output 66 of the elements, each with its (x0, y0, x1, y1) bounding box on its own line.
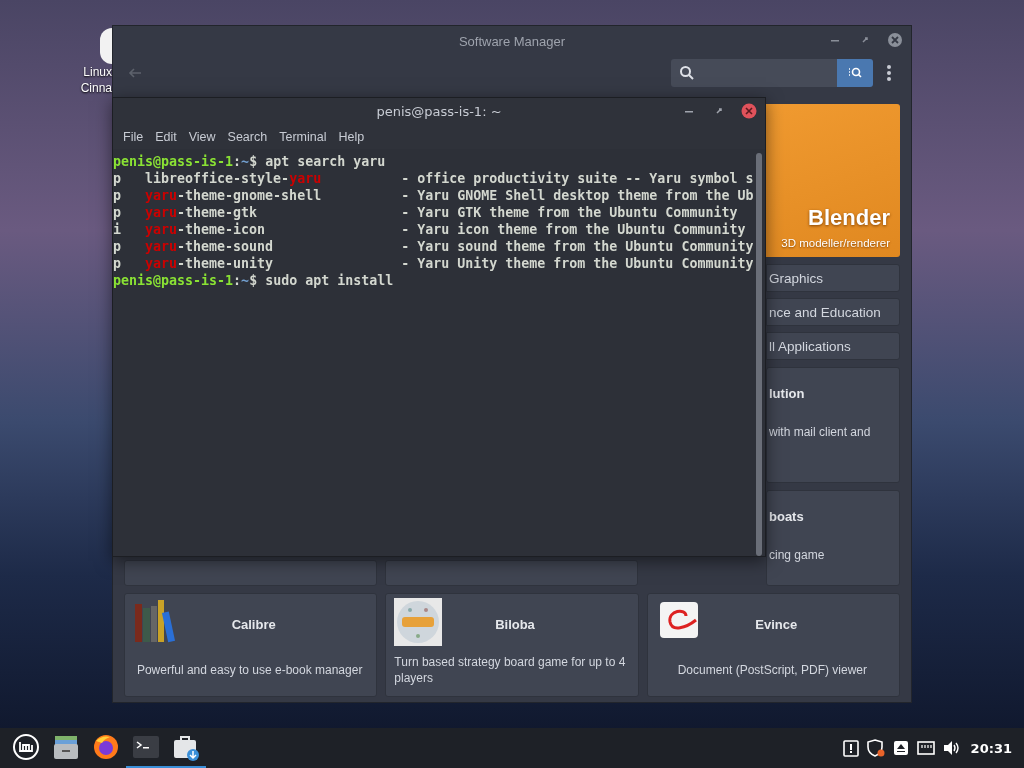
desktop-icon-label: Cinna (80, 80, 112, 96)
app-card[interactable]: lution with mail client and (766, 367, 900, 483)
package-name: libreoffice-style-yaru (145, 170, 323, 187)
browser-icon (92, 733, 120, 761)
package-status: p (113, 170, 122, 187)
clock[interactable]: 20:31 (970, 740, 1012, 756)
volume-icon[interactable] (942, 740, 961, 756)
app-description: Document (PostScript, PDF) viewer (676, 662, 868, 678)
app-name: Calibre (231, 616, 276, 632)
package-status: p (113, 255, 122, 272)
menu-item[interactable]: Edit (149, 125, 183, 149)
search-icon (679, 65, 695, 81)
app-name: boats (769, 509, 805, 524)
app-description: Powerful and easy to use e-book manager (135, 662, 364, 678)
app-name: lution (769, 386, 806, 401)
package-name: yaru-theme-unity (145, 255, 275, 272)
shield-icon[interactable] (866, 739, 885, 757)
package-status: p (113, 187, 122, 204)
app-name: Evince (755, 616, 798, 632)
menu-item[interactable]: File (117, 125, 150, 149)
terminal-prompt-line: penis@pass-is-1:~$ apt search yaru (113, 153, 387, 170)
package-name: yaru-theme-icon (145, 221, 267, 238)
package-description: - Yaru sound theme from the Ubuntu Community (401, 238, 753, 255)
app-name: Biloba (495, 616, 535, 632)
close-button[interactable] (887, 32, 903, 48)
close-button[interactable] (741, 103, 757, 119)
category-button[interactable]: Graphics (766, 264, 900, 292)
app-card[interactable]: Calibre Powerful and easy to use e-book manager (124, 593, 378, 697)
featured-app-subtitle: 3D modeller/renderer (781, 237, 890, 249)
package-description: - Yaru GTK theme from the Ubuntu Community (401, 204, 739, 221)
window-title: Software Manager (458, 33, 566, 49)
app-card[interactable]: Biloba Turn based strategy board game for up to 4 players (385, 593, 639, 697)
package-name: yaru-theme-gnome-shell (145, 187, 323, 204)
terminal-icon (132, 733, 160, 761)
package-status: p (113, 238, 122, 255)
clipboard-icon[interactable] (842, 739, 859, 757)
package-description: - office productivity suite -- Yaru symbol s (401, 170, 753, 187)
menu-item[interactable]: Help (332, 125, 371, 149)
window-title: penis@pass-is-1: ~ (376, 104, 502, 119)
file-cabinet-icon (52, 733, 80, 761)
package-name: yaru-theme-gtk (145, 204, 259, 221)
eject-icon[interactable] (892, 740, 909, 756)
app-card[interactable]: Evince Document (PostScript, PDF) viewer (646, 593, 900, 697)
app-card[interactable]: boats cing game (766, 490, 900, 586)
network-icon[interactable] (916, 740, 935, 756)
terminal-prompt-line: penis@pass-is-1:~$ sudo apt install (113, 272, 395, 289)
package-status: i (113, 221, 122, 238)
menu-item[interactable]: Search (221, 125, 274, 149)
menu-item[interactable]: View (182, 125, 222, 149)
category-button[interactable]: ll Applications (766, 332, 900, 360)
search-field[interactable] (671, 59, 837, 87)
package-description: - Yaru GNOME Shell desktop theme from the Ub (401, 187, 753, 204)
search-options-button[interactable] (837, 59, 873, 87)
menu-item[interactable]: Terminal (273, 125, 333, 149)
desktop-icon-label: Linux (83, 64, 112, 80)
ball-icon (394, 598, 443, 646)
package-name: yaru-theme-sound (145, 238, 275, 255)
featured-app-name: Blender (808, 205, 890, 231)
category-button[interactable]: nce and Education (766, 298, 900, 326)
package-status: p (113, 204, 122, 221)
package-description: - Yaru Unity theme from the Ubuntu Community (401, 255, 753, 272)
app-description: with mail client and (769, 425, 872, 439)
scrollbar[interactable] (756, 153, 762, 556)
app-description: cing game (769, 548, 826, 562)
package-description: - Yaru icon theme from the Ubuntu Community (401, 221, 747, 238)
app-description: Turn based strategy board game for up to 4 players (394, 654, 627, 686)
